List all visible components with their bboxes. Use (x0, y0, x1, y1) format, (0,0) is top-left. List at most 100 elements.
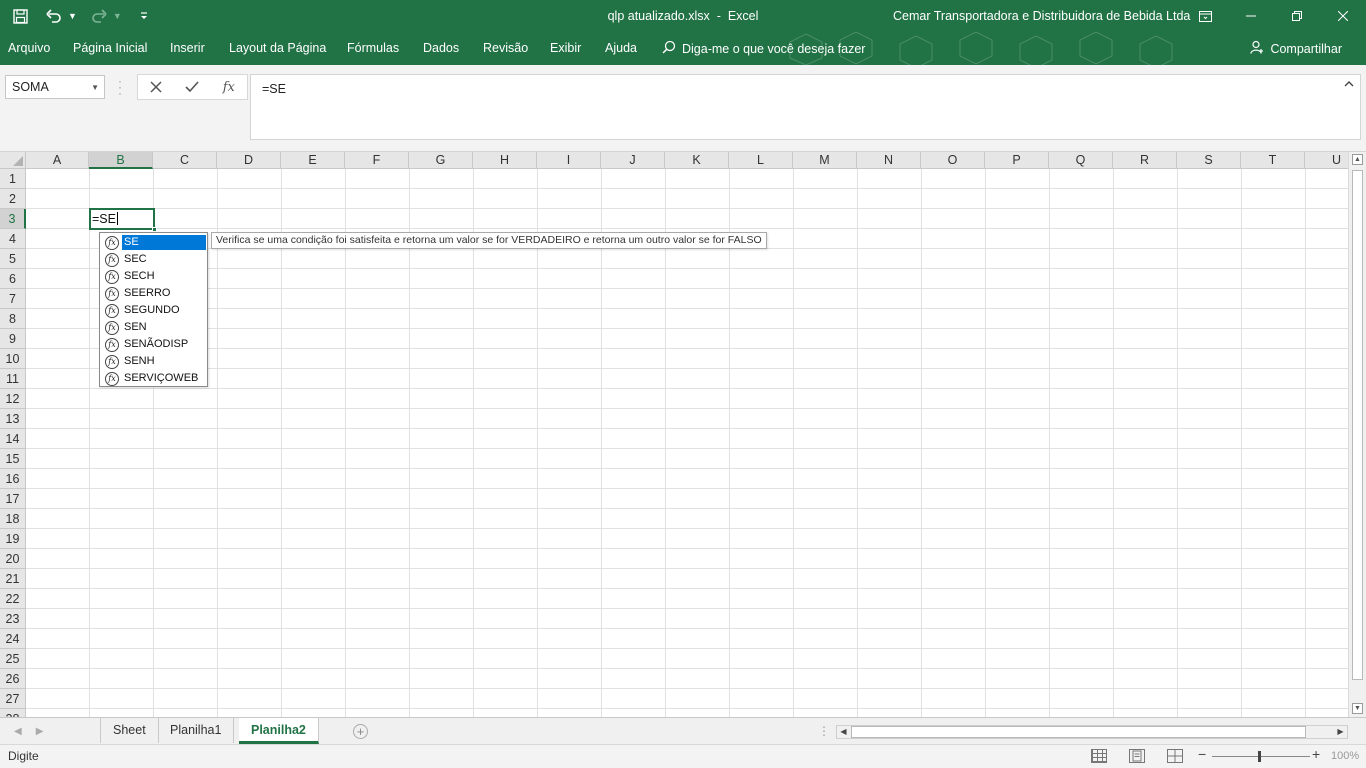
zoom-in-icon[interactable]: + (1312, 746, 1320, 762)
column-header-r[interactable]: R (1113, 152, 1177, 169)
row-header-18[interactable]: 18 (0, 509, 26, 529)
zoom-level[interactable]: 100% (1331, 745, 1359, 768)
autocomplete-item[interactable]: fx SENÃODISP (100, 336, 207, 353)
column-header-s[interactable]: S (1177, 152, 1241, 169)
autocomplete-item[interactable]: fx SEC (100, 251, 207, 268)
tell-me-box[interactable]: Diga-me o que você deseja fazer (662, 32, 865, 65)
tab-layout-da-pagina[interactable]: Layout da Página (229, 32, 326, 65)
redo-icon[interactable] (87, 4, 111, 28)
scroll-up-icon[interactable]: ▲ (1352, 154, 1363, 165)
row-header-21[interactable]: 21 (0, 569, 26, 589)
account-name[interactable]: Cemar Transportadora e Distribuidora de … (893, 0, 1190, 32)
horizontal-scroll-thumb[interactable] (851, 726, 1306, 738)
column-header-j[interactable]: J (601, 152, 665, 169)
row-header-6[interactable]: 6 (0, 269, 26, 289)
insert-function-icon[interactable]: fx (211, 75, 247, 99)
zoom-slider-thumb[interactable] (1258, 751, 1261, 762)
column-header-a[interactable]: A (26, 152, 89, 169)
chevron-down-icon[interactable]: ▼ (91, 83, 99, 92)
row-header-17[interactable]: 17 (0, 489, 26, 509)
row-header-19[interactable]: 19 (0, 529, 26, 549)
undo-dropdown-icon[interactable]: ▼ (68, 11, 77, 21)
row-header-22[interactable]: 22 (0, 589, 26, 609)
column-header-p[interactable]: P (985, 152, 1049, 169)
autocomplete-item[interactable]: fx SEN (100, 319, 207, 336)
row-header-20[interactable]: 20 (0, 549, 26, 569)
zoom-out-icon[interactable]: − (1198, 746, 1206, 762)
row-header-28[interactable]: 28 (0, 709, 26, 717)
row-header-15[interactable]: 15 (0, 449, 26, 469)
scroll-down-icon[interactable]: ▼ (1352, 703, 1363, 714)
tab-inserir[interactable]: Inserir (170, 32, 205, 65)
zoom-slider[interactable] (1212, 756, 1310, 757)
undo-icon[interactable] (42, 4, 66, 28)
row-header-8[interactable]: 8 (0, 309, 26, 329)
tab-formulas[interactable]: Fórmulas (347, 32, 399, 65)
row-header-2[interactable]: 2 (0, 189, 26, 209)
autocomplete-item[interactable]: fx SERVIÇOWEB (100, 370, 207, 387)
row-header-25[interactable]: 25 (0, 649, 26, 669)
sheet-next-icon[interactable]: ▶ (36, 726, 44, 737)
row-header-27[interactable]: 27 (0, 689, 26, 709)
cell-area[interactable]: =SE (26, 169, 1348, 717)
autocomplete-item[interactable]: fx SECH (100, 268, 207, 285)
scroll-left-icon[interactable]: ◀ (837, 726, 850, 738)
row-header-11[interactable]: 11 (0, 369, 26, 389)
vertical-scrollbar[interactable]: ▲ ▼ (1348, 152, 1366, 717)
column-header-m[interactable]: M (793, 152, 857, 169)
share-button[interactable]: Compartilhar (1250, 32, 1342, 65)
row-header-13[interactable]: 13 (0, 409, 26, 429)
add-sheet-icon[interactable]: + (353, 724, 368, 739)
grip-icon[interactable]: · · · (118, 75, 122, 99)
normal-view-icon[interactable] (1091, 749, 1107, 763)
horizontal-scrollbar[interactable]: ◀ ▶ (836, 725, 1348, 739)
tab-exibir[interactable]: Exibir (550, 32, 581, 65)
column-header-n[interactable]: N (857, 152, 921, 169)
formula-input[interactable]: =SE (250, 74, 1361, 140)
sheet-tab-planilha1[interactable]: Planilha1 (158, 718, 235, 743)
customize-icon[interactable] (132, 4, 156, 28)
redo-dropdown-icon[interactable]: ▼ (113, 11, 122, 21)
row-header-7[interactable]: 7 (0, 289, 26, 309)
column-header-e[interactable]: E (281, 152, 345, 169)
autocomplete-item[interactable]: fx SE (100, 234, 207, 251)
row-header-16[interactable]: 16 (0, 469, 26, 489)
vertical-scroll-thumb[interactable] (1352, 170, 1363, 680)
minimize-icon[interactable] (1228, 0, 1274, 32)
enter-check-icon[interactable] (174, 75, 210, 99)
column-header-q[interactable]: Q (1049, 152, 1113, 169)
name-box[interactable]: SOMA ▼ (5, 75, 105, 99)
sheet-tab-planilha2[interactable]: Planilha2 (239, 718, 319, 744)
ribbon-display-options-icon[interactable] (1182, 0, 1228, 32)
column-header-u[interactable]: U (1305, 152, 1348, 169)
column-header-g[interactable]: G (409, 152, 473, 169)
row-header-26[interactable]: 26 (0, 669, 26, 689)
row-header-9[interactable]: 9 (0, 329, 26, 349)
column-header-d[interactable]: D (217, 152, 281, 169)
tab-pagina-inicial[interactable]: Página Inicial (73, 32, 147, 65)
column-header-i[interactable]: I (537, 152, 601, 169)
row-header-14[interactable]: 14 (0, 429, 26, 449)
select-all-button[interactable] (0, 152, 26, 169)
column-header-c[interactable]: C (153, 152, 217, 169)
column-header-k[interactable]: K (665, 152, 729, 169)
tab-arquivo[interactable]: Arquivo (8, 32, 50, 65)
scroll-right-icon[interactable]: ▶ (1334, 726, 1347, 738)
row-header-5[interactable]: 5 (0, 249, 26, 269)
tab-revisao[interactable]: Revisão (483, 32, 528, 65)
restore-icon[interactable] (1274, 0, 1320, 32)
tab-dados[interactable]: Dados (423, 32, 459, 65)
page-break-view-icon[interactable] (1167, 749, 1183, 763)
row-header-12[interactable]: 12 (0, 389, 26, 409)
cancel-icon[interactable] (138, 75, 174, 99)
row-header-24[interactable]: 24 (0, 629, 26, 649)
row-header-3[interactable]: 3 (0, 209, 26, 229)
close-icon[interactable] (1320, 0, 1366, 32)
split-handle-icon[interactable]: ⋮ (818, 724, 830, 738)
tab-ajuda[interactable]: Ajuda (605, 32, 637, 65)
collapse-formula-bar-icon[interactable] (1344, 79, 1354, 90)
column-header-l[interactable]: L (729, 152, 793, 169)
save-icon[interactable] (8, 4, 32, 28)
autocomplete-item[interactable]: fx SENH (100, 353, 207, 370)
column-header-b[interactable]: B (89, 152, 153, 169)
